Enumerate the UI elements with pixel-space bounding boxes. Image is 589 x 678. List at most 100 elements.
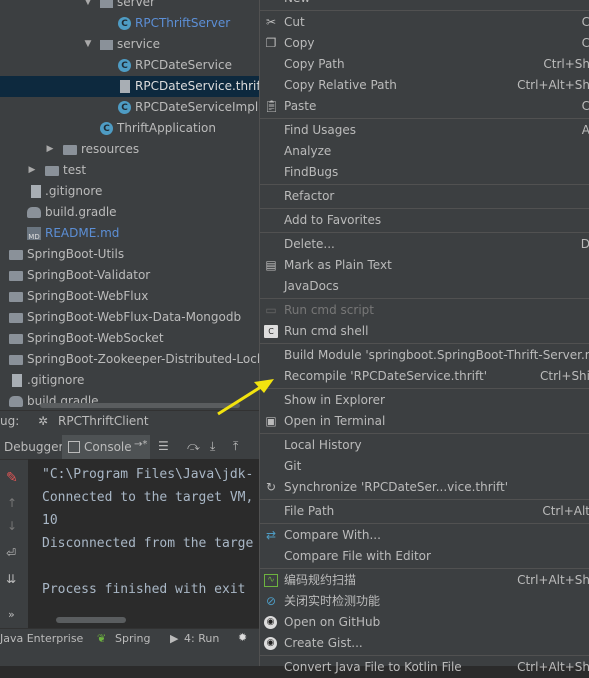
down-arrow-icon[interactable]: ↓ [7,519,17,533]
menu-item-git[interactable]: Git [260,456,589,477]
tree-item-springboot-webflux-mongodb[interactable]: SpringBoot-WebFlux-Data-Mongodb [0,307,260,328]
menu-item-cut[interactable]: ✂ Cut C [260,12,589,33]
menu-separator [260,298,589,299]
menu-item-create-gist[interactable]: ◉ Create Gist... [260,633,589,654]
tree-item-thrift-application[interactable]: C ThriftApplication [0,118,260,139]
tree-item-springboot-validator[interactable]: SpringBoot-Validator [0,265,260,286]
menu-item-find-usages[interactable]: Find Usages A [260,120,589,141]
tree-item-springboot-utils[interactable]: SpringBoot-Utils [0,244,260,265]
menu-item-compare-file-with-editor[interactable]: Compare File with Editor [260,546,589,567]
tab-rpc-thrift-client[interactable]: RPCThriftClient [58,414,149,428]
status-bar [0,650,259,666]
plain-text-icon: ▤ [265,258,277,272]
menu-item-copy-relative-path[interactable]: Copy Relative Path Ctrl+Alt+Sh [260,75,589,96]
menu-item-findbugs[interactable]: FindBugs [260,162,589,183]
tool-window-bar: Java Enterprise ❦ Spring ▶ 4: Run ✹ [0,628,259,651]
menu-item-paste[interactable]: 📋︎ Paste C [260,96,589,117]
menu-item-run-cmd-script[interactable]: ▭ Run cmd script [260,300,589,321]
gradle-icon [27,207,41,218]
debug-side-toolbar: ✎ ↑ ↓ ⏎ ⇊ » [0,462,26,632]
compare-icon: ⇄ [265,528,277,542]
step-into-icon[interactable]: ⤓ [210,439,215,454]
tree-item-springboot-websocket[interactable]: SpringBoot-WebSocket [0,328,260,349]
step-over-icon[interactable]: ⤼ [187,439,200,454]
tree-item-server[interactable]: ▼ server [0,0,260,13]
menu-item-compare-with[interactable]: ⇄ Compare With... [260,525,589,546]
menu-item-javadocs[interactable]: JavaDocs [260,276,589,297]
menu-item-copy-path[interactable]: Copy Path Ctrl+Sh [260,54,589,75]
menu-item-open-on-github[interactable]: ◉ Open on GitHub [260,612,589,633]
menu-separator [260,655,589,656]
markdown-icon: MD [27,227,41,241]
scroll-to-end-icon[interactable]: ⇊ [6,572,16,586]
menu-item-recompile[interactable]: Recompile 'RPCDateService.thrift' Ctrl+Sh… [260,366,589,387]
chevron-right-icon[interactable]: ▶ [44,139,56,160]
up-arrow-icon[interactable]: ↑ [7,496,17,510]
step-out-icon[interactable]: ⤒ [233,439,238,454]
github-icon: ◉ [264,616,277,629]
console-line: Disconnected from the targe [42,536,254,551]
tree-item-rpc-date-service[interactable]: C RPCDateService [0,55,260,76]
scan-chart-icon: ∿ [264,574,278,587]
tree-item-resources[interactable]: ▶ resources [0,139,260,160]
debug-toolbar: Debugger Console →* ☰ ⤼ ⤓ ⤒ [0,435,259,460]
chevron-right-icon[interactable]: ▶ [26,160,38,181]
menu-item-copy[interactable]: ❐ Copy C [260,33,589,54]
tree-item-rpc-date-service-impl[interactable]: C RPCDateServiceImpl [0,97,260,118]
chevron-down-icon[interactable]: ▼ [82,0,94,13]
cmd-shell-icon: C [264,325,278,338]
menu-item-local-history[interactable]: Local History [260,435,589,456]
menu-item-synchronize[interactable]: ↻ Synchronize 'RPCDateSer...vice.thrift' [260,477,589,498]
console-scrollbar[interactable] [56,617,126,623]
tree-item-service[interactable]: ▼ service [0,34,260,55]
menu-item-mark-as-plain-text[interactable]: ▤ Mark as Plain Text [260,255,589,276]
stop-icon[interactable]: ✎ [6,470,18,486]
soft-wrap-icon[interactable]: ⏎ [6,546,16,560]
tab-console[interactable]: Console →* [62,435,150,459]
more-icon[interactable]: » [8,608,15,621]
spring-tab[interactable]: Spring [115,632,151,645]
spring-icon: ❦ [97,632,107,645]
run-tab[interactable]: 4: Run [184,632,219,645]
context-menu: New ✂ CutC ❐ CopyC Copy PathCtrl+Sh Copy… [259,0,589,674]
menu-item-analyze[interactable]: Analyze [260,141,589,162]
menu-item-code-scan[interactable]: ∿ 编码规约扫描 Ctrl+Alt+Sh [260,570,589,591]
file-icon [12,374,22,387]
run-icon: ▶ [170,632,179,645]
menu-item-refactor[interactable]: Refactor [260,186,589,207]
menu-lines-icon[interactable]: ☰ [158,439,169,453]
scissors-icon: ✂ [265,15,277,29]
menu-item-file-path[interactable]: File Path Ctrl+Alt [260,501,589,522]
chevron-down-icon[interactable]: ▼ [82,34,94,55]
menu-item-new[interactable]: New [260,0,589,9]
tree-item-springboot-webflux[interactable]: SpringBoot-WebFlux [0,286,260,307]
module-folder-icon [9,355,23,365]
annotation-arrow [217,379,274,416]
gradle-icon [9,396,23,407]
menu-item-add-to-favorites[interactable]: Add to Favorites [260,210,589,231]
tree-item-rpc-thrift-server[interactable]: C RPCThriftServer [0,13,260,34]
menu-item-realtime-off[interactable]: ⊘ 关闭实时检测功能 [260,591,589,612]
refresh-icon: ↻ [265,480,277,494]
menu-item-open-in-terminal[interactable]: ▣ Open in Terminal [260,411,589,432]
tree-item-rpc-date-service-thrift[interactable]: RPCDateService.thrift [0,76,260,97]
module-folder-icon [9,313,23,323]
menu-item-build-module[interactable]: Build Module 'springboot.SpringBoot-Thri… [260,345,589,366]
module-folder-icon [9,334,23,344]
menu-item-delete[interactable]: Delete... D [260,234,589,255]
tree-item-springboot-zookeeper[interactable]: SpringBoot-Zookeeper-Distributed-Lock [0,349,260,370]
class-icon: C [118,101,131,114]
folder-icon [63,145,77,155]
debug-icon[interactable]: ✹ [238,631,247,644]
horizontal-scrollbar[interactable] [40,403,240,408]
tree-item-build-gradle[interactable]: build.gradle [0,202,260,223]
tree-item-readme[interactable]: MD README.md [0,223,260,244]
tab-debugger[interactable]: Debugger [4,440,63,454]
menu-item-run-cmd-shell[interactable]: C Run cmd shell [260,321,589,342]
menu-item-convert-to-kotlin[interactable]: Convert Java File to Kotlin File Ctrl+Alt… [260,657,589,678]
tree-item-gitignore[interactable]: .gitignore [0,181,260,202]
tree-item-test[interactable]: ▶ test [0,160,260,181]
menu-separator [260,118,589,119]
java-enterprise-tab[interactable]: Java Enterprise [0,632,83,645]
menu-item-show-in-explorer[interactable]: Show in Explorer [260,390,589,411]
